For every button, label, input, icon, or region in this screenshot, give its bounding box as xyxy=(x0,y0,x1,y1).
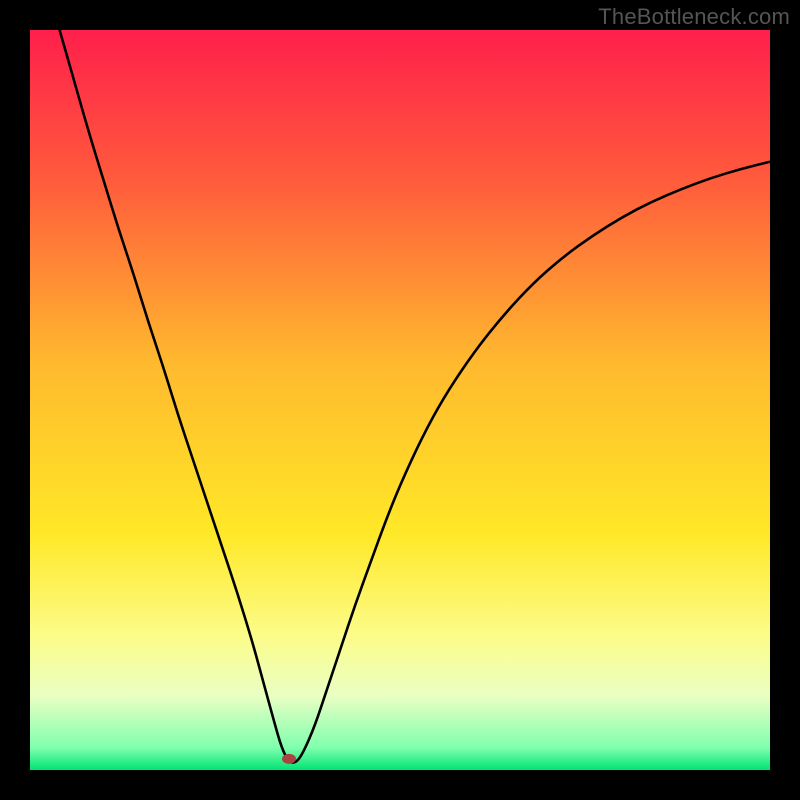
gradient-background xyxy=(30,30,770,770)
minimum-marker xyxy=(282,754,296,764)
watermark-text: TheBottleneck.com xyxy=(598,4,790,30)
chart-frame: TheBottleneck.com xyxy=(0,0,800,800)
plot-area xyxy=(30,30,770,770)
chart-svg xyxy=(30,30,770,770)
